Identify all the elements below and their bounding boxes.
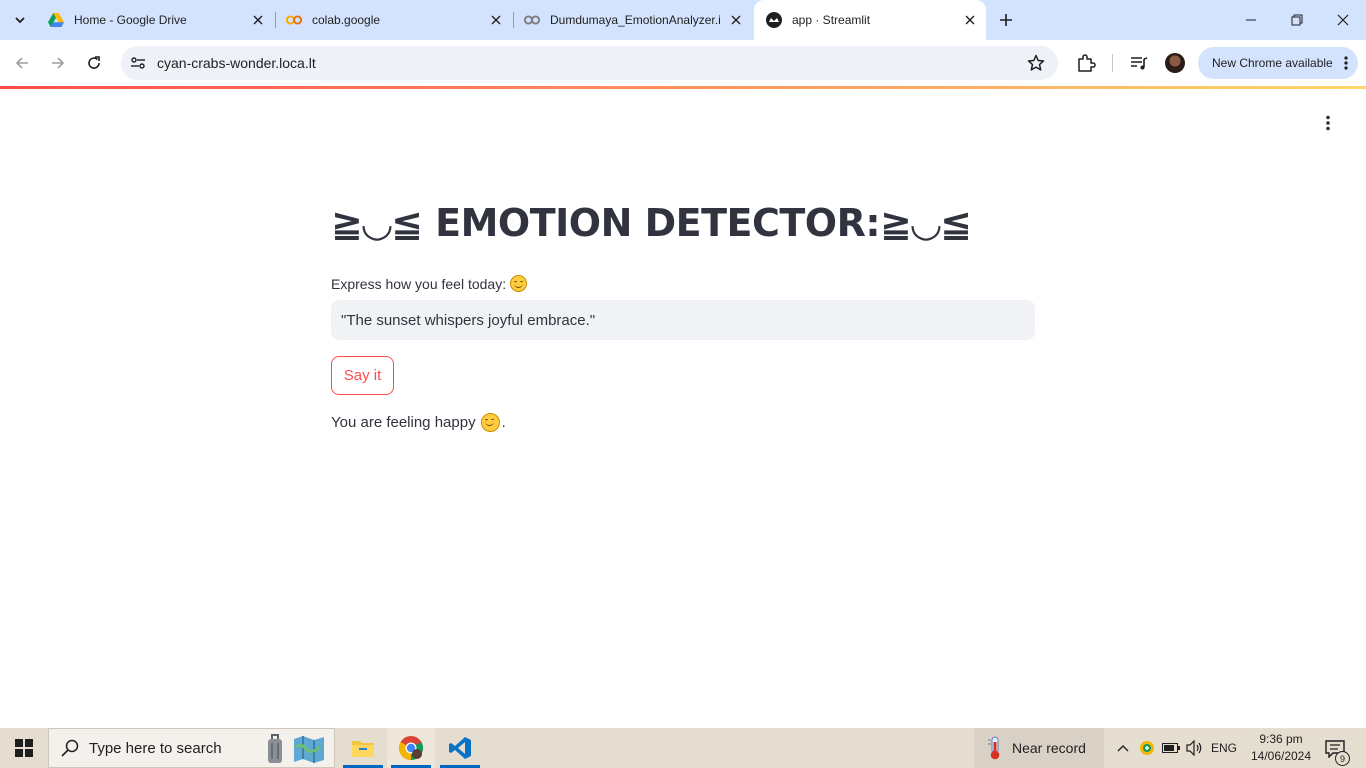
start-button[interactable] — [0, 728, 48, 768]
notification-count-badge: 9 — [1335, 751, 1350, 766]
close-tab-icon[interactable] — [250, 12, 266, 28]
browser-toolbar: cyan-crabs-wonder.loca.lt New Chrome ava… — [0, 40, 1366, 86]
weather-widget[interactable]: Near record — [974, 728, 1104, 768]
action-center-button[interactable]: 9 — [1322, 736, 1350, 766]
tab-google-drive[interactable]: Home - Google Drive — [36, 0, 274, 40]
restore-icon — [1291, 14, 1303, 26]
speaker-icon — [1186, 740, 1202, 756]
taskbar-file-explorer[interactable] — [339, 728, 387, 768]
streamlit-app: ≧◡≦ EMOTION DETECTOR:≧◡≦ Express how you… — [0, 89, 1366, 728]
tab-title: colab.google — [312, 13, 381, 27]
arrow-right-icon — [52, 57, 65, 69]
tab-emotion-analyzer[interactable]: Dumdumaya_EmotionAnalyzer.i — [512, 0, 752, 40]
clock-date: 14/06/2024 — [1250, 749, 1312, 763]
system-clock[interactable]: 9:36 pm 14/06/2024 — [1243, 731, 1319, 765]
main-menu-button[interactable] — [1318, 113, 1338, 133]
result-text: You are feeling happy . — [331, 413, 506, 432]
tab-colab[interactable]: colab.google — [274, 0, 512, 40]
clock-time: 9:36 pm — [1259, 732, 1303, 746]
taskbar-search-box[interactable]: Type here to search — [48, 728, 335, 768]
extensions-button[interactable] — [1074, 51, 1098, 75]
profile-avatar[interactable] — [1165, 53, 1185, 73]
new-chrome-available-chip[interactable]: New Chrome available — [1198, 47, 1358, 79]
feeling-text-input[interactable] — [331, 300, 1035, 340]
minimize-icon — [1246, 19, 1256, 21]
close-window-button[interactable] — [1320, 0, 1366, 40]
puzzle-icon — [1078, 54, 1096, 72]
page-title: ≧◡≦ EMOTION DETECTOR:≧◡≦ — [331, 201, 972, 245]
close-tab-icon[interactable] — [728, 12, 744, 28]
new-tab-button[interactable] — [994, 8, 1018, 32]
show-hidden-icons-button[interactable] — [1113, 728, 1133, 768]
colab-grey-icon — [524, 12, 540, 28]
say-it-button[interactable]: Say it — [331, 356, 394, 395]
more-vertical-icon — [1326, 115, 1330, 131]
restore-button[interactable] — [1274, 0, 1320, 40]
windows-logo-icon — [15, 739, 33, 757]
result-prefix: You are feeling happy — [331, 414, 476, 431]
tab-title: Dumdumaya_EmotionAnalyzer.i — [550, 13, 721, 27]
back-button[interactable] — [8, 49, 36, 77]
reload-icon — [88, 56, 100, 69]
close-icon — [1337, 14, 1349, 26]
tray-app-icon[interactable] — [1137, 728, 1157, 768]
arrow-left-icon — [15, 57, 28, 69]
url-text: cyan-crabs-wonder.loca.lt — [157, 55, 316, 71]
minimize-button[interactable] — [1228, 0, 1274, 40]
folder-icon — [352, 741, 374, 757]
media-queue-icon — [1131, 57, 1148, 70]
weather-text: Near record — [1012, 740, 1086, 756]
taskbar-chrome[interactable] — [387, 728, 435, 768]
toolbar-divider — [1112, 54, 1113, 72]
smirking-face-emoji-icon — [480, 413, 500, 432]
reload-button[interactable] — [80, 49, 108, 77]
update-chip-label: New Chrome available — [1212, 56, 1333, 70]
google-drive-sync-icon — [1140, 741, 1154, 755]
battery-icon — [1162, 743, 1180, 753]
windows-taskbar: Type here to search Near record ENG 9:36… — [0, 728, 1366, 768]
colab-icon — [286, 12, 302, 28]
input-label-text: Express how you feel today: — [331, 275, 507, 292]
vscode-icon — [449, 737, 471, 759]
volume-button[interactable] — [1184, 728, 1206, 768]
streamlit-icon — [766, 12, 782, 28]
tab-search-button[interactable] — [8, 8, 32, 32]
tab-title: app · Streamlit — [792, 13, 871, 27]
search-icon — [61, 739, 81, 757]
forward-button[interactable] — [44, 49, 72, 77]
search-highlight-illustration — [262, 733, 326, 765]
media-controls-button[interactable] — [1127, 51, 1151, 75]
input-language-indicator[interactable]: ENG — [1211, 728, 1237, 768]
chevron-down-icon — [15, 17, 25, 24]
smiling-face-emoji-icon — [510, 275, 528, 292]
address-bar[interactable]: cyan-crabs-wonder.loca.lt — [121, 46, 1058, 80]
chrome-icon — [398, 736, 424, 760]
text-input-label: Express how you feel today: — [331, 275, 528, 292]
site-settings-icon[interactable] — [129, 54, 147, 72]
google-drive-icon — [48, 12, 64, 28]
luggage-icon — [268, 734, 282, 763]
bookmark-star-icon[interactable] — [1026, 53, 1046, 73]
chevron-up-icon — [1117, 745, 1129, 752]
tab-streamlit-app[interactable]: app · Streamlit — [754, 0, 986, 40]
thermometer-icon — [988, 736, 1002, 760]
map-icon — [294, 736, 324, 763]
plus-icon — [1000, 14, 1012, 26]
result-suffix: . — [501, 414, 506, 431]
taskbar-vscode[interactable] — [436, 728, 484, 768]
search-placeholder: Type here to search — [89, 739, 222, 757]
tab-title: Home - Google Drive — [74, 13, 187, 27]
browser-tab-strip: Home - Google Drive colab.google Dumduma… — [0, 0, 1366, 40]
battery-button[interactable] — [1161, 728, 1181, 768]
close-tab-icon[interactable] — [488, 12, 504, 28]
more-vertical-icon — [1344, 56, 1348, 70]
close-tab-icon[interactable] — [962, 12, 978, 28]
